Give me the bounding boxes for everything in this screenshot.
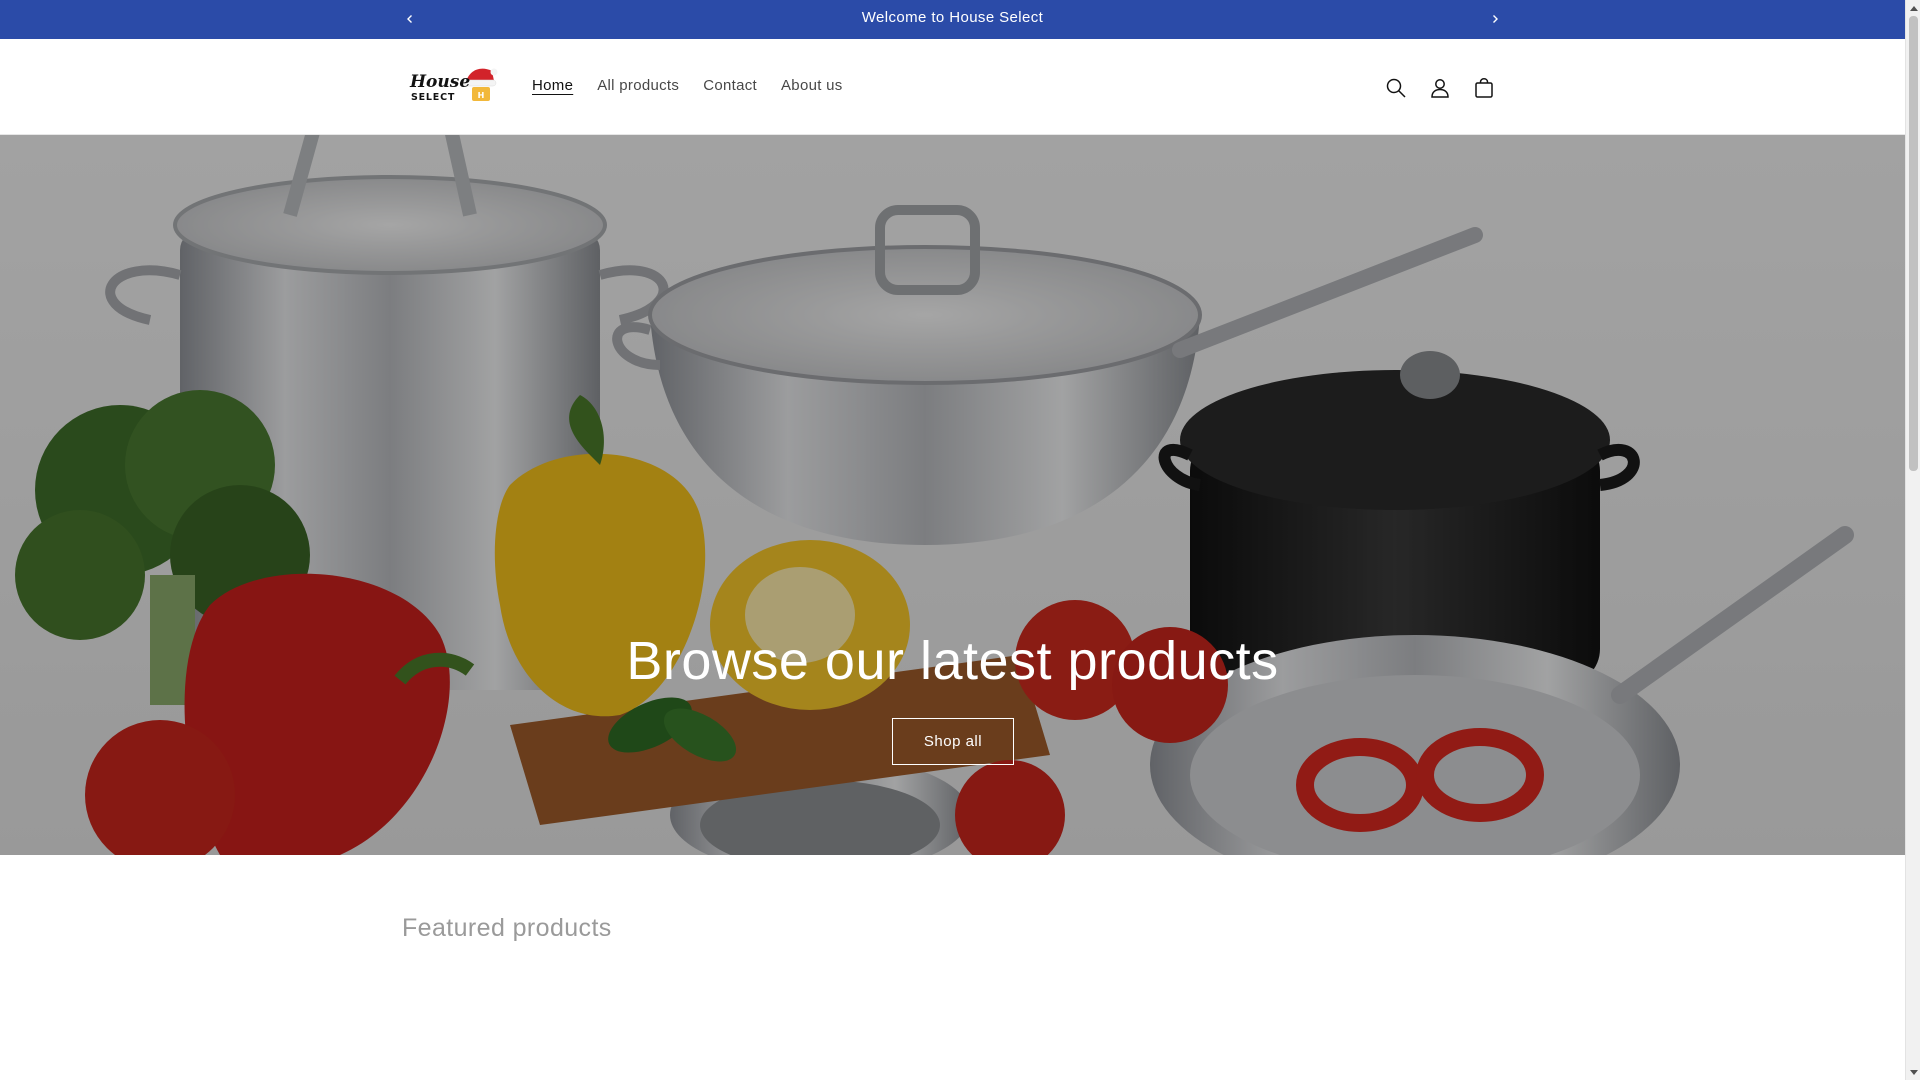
page-scrollbar[interactable] (1905, 0, 1920, 1080)
hero-title: Browse our latest products (626, 631, 1279, 691)
chevron-right-icon[interactable] (1485, 9, 1505, 29)
logo-text-bottom: SELECT (411, 92, 455, 103)
logo-text-top: House (409, 72, 470, 92)
nav-all-products[interactable]: All products (585, 75, 691, 97)
account-icon[interactable] (1418, 66, 1462, 110)
house-select-logo[interactable]: H House SELECT (408, 63, 500, 111)
announcement-bar: Welcome to House Select (0, 0, 1905, 39)
shop-all-button[interactable]: Shop all (892, 718, 1014, 765)
scrollbar-thumb[interactable] (1909, 16, 1918, 471)
header-actions (1374, 66, 1506, 110)
hero-banner: Browse our latest products Shop all (0, 135, 1905, 855)
nav-about-us[interactable]: About us (769, 75, 855, 97)
scroll-up-icon[interactable] (1906, 0, 1920, 15)
featured-products-heading: Featured products (402, 914, 612, 942)
search-icon[interactable] (1374, 66, 1418, 110)
svg-text:H: H (478, 91, 485, 100)
nav-home[interactable]: Home (520, 75, 585, 97)
nav-contact[interactable]: Contact (691, 75, 769, 97)
announcement-text: Welcome to House Select (861, 9, 1044, 26)
site-header: H House SELECT Home All products Contact… (0, 39, 1905, 135)
main-nav: Home All products Contact About us (520, 75, 855, 97)
cart-icon[interactable] (1462, 66, 1506, 110)
scroll-down-icon[interactable] (1906, 1065, 1920, 1080)
